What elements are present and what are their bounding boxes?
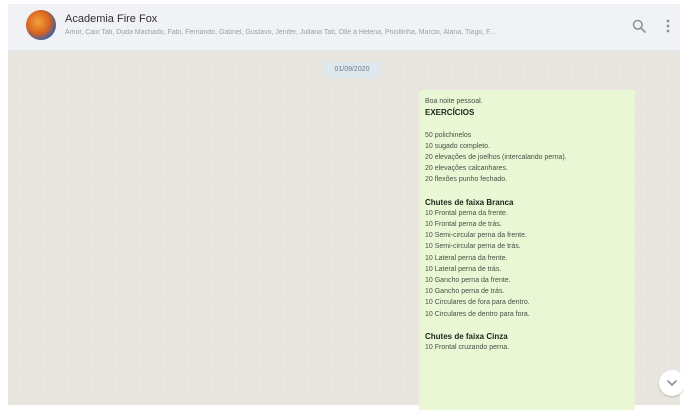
message-line: 10 Frontal perna da frente. bbox=[425, 209, 508, 217]
message-line: 50 polichinelos bbox=[425, 131, 472, 139]
message-line: 10 Gancho perna da frente. bbox=[425, 277, 511, 284]
message-line: 10 Frontal cruzando perna. bbox=[425, 344, 510, 352]
message-line: 20 elevações calcanhares. bbox=[425, 165, 508, 173]
message-line: 20 elevações de joelhos (intercalando pe… bbox=[425, 153, 567, 161]
search-icon[interactable] bbox=[632, 19, 646, 33]
scroll-down-button[interactable] bbox=[659, 370, 684, 396]
chat-header[interactable]: Academia Fire Fox Amor, Caio Tati, Duda … bbox=[8, 4, 680, 51]
message-line: 10 Lateral perna de trás. bbox=[425, 265, 502, 273]
message-list[interactable]: 01/09/2020 Boa noite pessoal. EXERCÍCIOS 5… bbox=[8, 51, 684, 410]
message-line: 10 Frontal perna de trás. bbox=[425, 221, 502, 229]
message-line: 10 Lateral perna da frente. bbox=[425, 254, 508, 262]
message-heading: Chutes de faixa Branca bbox=[425, 197, 514, 207]
message-heading: EXERCÍCIOS bbox=[425, 108, 475, 118]
chevron-down-icon bbox=[667, 380, 677, 386]
group-members[interactable]: Amor, Caio Tati, Duda Machado, Fabi, Fer… bbox=[65, 29, 620, 36]
group-avatar[interactable] bbox=[26, 10, 56, 40]
whatsapp-chat-window: Academia Fire Fox Amor, Caio Tati, Duda … bbox=[0, 0, 684, 410]
message-line: Boa noite pessoal. bbox=[425, 98, 483, 105]
message-line: 10 Gancho perna de trás. bbox=[425, 288, 505, 296]
message-line: 10 Semi-circular perna da frente. bbox=[425, 232, 527, 240]
date-separator: 01/09/2020 bbox=[323, 62, 381, 78]
message-bubble[interactable]: Boa noite pessoal. EXERCÍCIOS 50 polichine… bbox=[419, 90, 635, 410]
message-line: 10 Circulares de fora para dentro. bbox=[425, 299, 530, 307]
message-line: 10 Semi-circular perna de trás. bbox=[425, 243, 521, 251]
message-line: 10 sugado completo. bbox=[425, 142, 490, 150]
group-title[interactable]: Academia Fire Fox bbox=[65, 13, 157, 25]
message-line: 10 Circulares de dentro para fora. bbox=[425, 310, 530, 318]
message-heading: Chutes de faixa Cinza bbox=[425, 331, 508, 341]
message-line: 20 flexões punho fechado. bbox=[425, 176, 508, 184]
more-vertical-icon[interactable] bbox=[664, 18, 672, 34]
